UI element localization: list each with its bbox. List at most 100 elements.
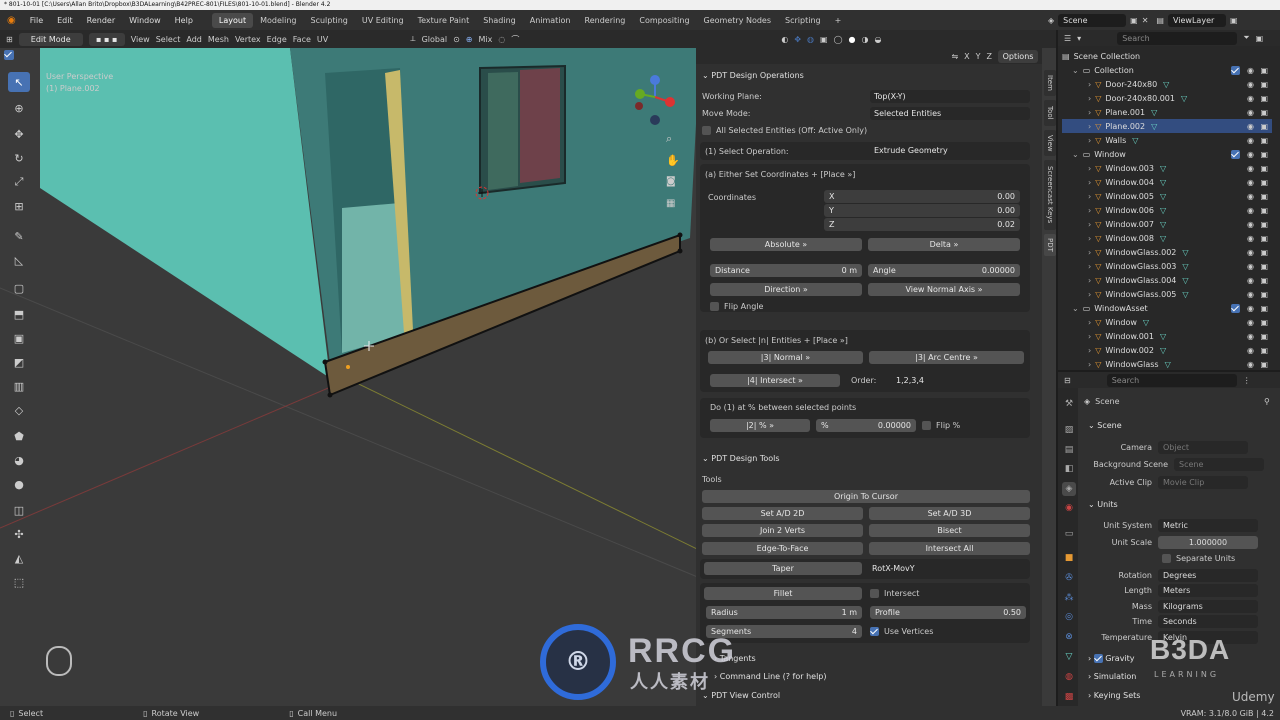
chevron-right-icon[interactable]: ›: [1088, 80, 1091, 89]
tool-tab-icon[interactable]: ⚒: [1062, 397, 1076, 411]
xray-icon[interactable]: ▣: [820, 35, 828, 44]
time-select[interactable]: Seconds: [1158, 614, 1258, 628]
select-tool-icon[interactable]: ↖: [8, 72, 30, 92]
unit-system-select[interactable]: Metric: [1158, 518, 1258, 532]
visibility-icon[interactable]: ◐: [781, 35, 788, 44]
outliner-object-row[interactable]: › ▽ Window.005 ▽ ◉ ▣: [1062, 189, 1272, 203]
world-tab-icon[interactable]: ◉: [1062, 501, 1076, 515]
perspective-grid-icon[interactable]: ▦: [666, 198, 675, 209]
outliner-object-row[interactable]: › ▽ Window.001 ▽ ◉ ▣: [1062, 329, 1272, 343]
menu-window[interactable]: Window: [122, 16, 168, 25]
join-2-verts-button[interactable]: Join 2 Verts: [702, 524, 863, 537]
new-view-layer-icon[interactable]: ▣: [1230, 16, 1238, 25]
view-control-header[interactable]: ⌄ PDT View Control: [702, 691, 780, 700]
render-camera-icon[interactable]: ▣: [1260, 318, 1268, 327]
visibility-eye-icon[interactable]: ◉: [1247, 290, 1254, 299]
shading-rendered-icon[interactable]: ◒: [875, 35, 882, 44]
chevron-right-icon[interactable]: ›: [1088, 234, 1091, 243]
fillet-intersect-row[interactable]: Intersect: [870, 589, 919, 598]
gravity-header[interactable]: › Gravity: [1088, 654, 1135, 663]
outliner-object-row[interactable]: › ▽ Window.008 ▽ ◉ ▣: [1062, 231, 1272, 245]
percent-button[interactable]: |2| % »: [710, 419, 810, 432]
direction-button[interactable]: Direction »: [710, 283, 862, 296]
sidebar-tab-view[interactable]: View: [1044, 130, 1056, 156]
distance-field[interactable]: Distance 0 m: [710, 264, 862, 277]
outliner-object-row[interactable]: › ▽ Window.003 ▽ ◉ ▣: [1062, 161, 1272, 175]
navigation-gizmo[interactable]: [630, 72, 680, 128]
workspace-tab-shading[interactable]: Shading: [476, 13, 523, 28]
header-menu-add[interactable]: Add: [186, 35, 202, 44]
add-workspace-icon[interactable]: +: [828, 13, 849, 28]
chevron-right-icon[interactable]: ›: [1088, 178, 1091, 187]
units-panel-header[interactable]: ⌄ Units: [1088, 500, 1118, 509]
fillet-intersect-checkbox[interactable]: [870, 589, 879, 598]
delta-button[interactable]: Delta »: [868, 238, 1020, 251]
visibility-eye-icon[interactable]: ◉: [1247, 80, 1254, 89]
outliner-object-row[interactable]: › ▽ Plane.001 ▽ ◉ ▣: [1062, 105, 1272, 119]
render-camera-icon[interactable]: ▣: [1260, 346, 1268, 355]
use-vertices-checkbox[interactable]: [870, 627, 879, 636]
render-camera-icon[interactable]: ▣: [1260, 234, 1268, 243]
all-selected-checkbox-row[interactable]: All Selected Entities (Off: Active Only): [702, 126, 867, 135]
normal-button[interactable]: |3| Normal »: [708, 351, 863, 364]
snap-target-select[interactable]: Mix: [479, 35, 493, 44]
pdt-ops-header[interactable]: ⌄ PDT Design Operations: [702, 71, 804, 80]
render-camera-icon[interactable]: ▣: [1260, 164, 1268, 173]
annotate-tool-icon[interactable]: ✎: [8, 226, 30, 246]
chevron-down-icon[interactable]: ⌄: [1072, 66, 1079, 75]
shrink-fatten-tool-icon[interactable]: ✣: [8, 524, 30, 544]
command-line-header[interactable]: › Command Line (? for help): [714, 672, 827, 681]
mode-select[interactable]: Edit Mode: [18, 32, 83, 46]
axis-z-toggle[interactable]: Z: [987, 52, 992, 61]
visibility-eye-icon[interactable]: ◉: [1247, 248, 1254, 257]
view-normal-button[interactable]: View Normal Axis »: [868, 283, 1020, 296]
outliner-object-row[interactable]: › ▽ WindowGlass ▽ ◉ ▣: [1062, 357, 1272, 371]
chevron-right-icon[interactable]: ›: [1088, 164, 1091, 173]
output-tab-icon[interactable]: ▤: [1062, 443, 1076, 457]
measure-tool-icon[interactable]: ◺: [8, 250, 30, 270]
mirror-icon[interactable]: ⇋: [951, 52, 958, 61]
workspace-tab-animation[interactable]: Animation: [523, 13, 578, 28]
render-tab-icon[interactable]: ▨: [1062, 423, 1076, 437]
workspace-tab-sculpting[interactable]: Sculpting: [304, 13, 355, 28]
visibility-eye-icon[interactable]: ◉: [1247, 276, 1254, 285]
zoom-icon[interactable]: ⌕: [666, 132, 672, 146]
header-menu-select[interactable]: Select: [156, 35, 181, 44]
visibility-eye-icon[interactable]: ◉: [1247, 220, 1254, 229]
scene-name-field[interactable]: Scene: [1058, 13, 1127, 27]
outliner-object-row[interactable]: › ▽ Door-240x80.001 ▽ ◉ ▣: [1062, 91, 1272, 105]
cursor-tool-icon[interactable]: ⊕: [8, 98, 30, 118]
chevron-right-icon[interactable]: ›: [1088, 220, 1091, 229]
flip-angle-row[interactable]: Flip Angle: [710, 302, 763, 311]
options-icon[interactable]: ⋮: [1243, 376, 1251, 385]
angle-field[interactable]: Angle 0.00000: [868, 264, 1020, 277]
visibility-eye-icon[interactable]: ◉: [1247, 164, 1254, 173]
select-box-icon[interactable]: [4, 50, 14, 60]
chevron-right-icon[interactable]: ›: [1088, 332, 1091, 341]
outliner-object-row[interactable]: › ▽ Window ▽ ◉ ▣: [1062, 315, 1272, 329]
visibility-eye-icon[interactable]: ◉: [1247, 66, 1254, 75]
visibility-eye-icon[interactable]: ◉: [1247, 234, 1254, 243]
chevron-right-icon[interactable]: ›: [1088, 108, 1091, 117]
outliner-editor-icon[interactable]: ☰: [1064, 34, 1071, 43]
render-camera-icon[interactable]: ▣: [1260, 206, 1268, 215]
render-camera-icon[interactable]: ▣: [1260, 94, 1268, 103]
sidebar-tab-item[interactable]: Item: [1044, 70, 1056, 96]
profile-field[interactable]: Profile 0.50: [870, 606, 1026, 619]
workspace-tab-uv-editing[interactable]: UV Editing: [355, 13, 411, 28]
particles-tab-icon[interactable]: ⁂: [1062, 591, 1076, 605]
workspace-tab-texture-paint[interactable]: Texture Paint: [411, 13, 477, 28]
modifier-tab-icon[interactable]: ✇: [1062, 571, 1076, 585]
flip-percent-row[interactable]: Flip %: [922, 421, 960, 430]
spin-tool-icon[interactable]: ◕: [8, 450, 30, 470]
collection-include-checkbox[interactable]: [1231, 303, 1240, 313]
workspace-tab-modeling[interactable]: Modeling: [253, 13, 303, 28]
sidebar-tab-pdt[interactable]: PDT: [1044, 234, 1056, 256]
render-camera-icon[interactable]: ▣: [1260, 192, 1268, 201]
coord-z-field[interactable]: Z 0.02: [824, 218, 1020, 231]
render-camera-icon[interactable]: ▣: [1260, 136, 1268, 145]
chevron-right-icon[interactable]: ›: [1088, 206, 1091, 215]
render-camera-icon[interactable]: ▣: [1260, 262, 1268, 271]
outliner-object-row[interactable]: › ▽ WindowGlass.002 ▽ ◉ ▣: [1062, 245, 1272, 259]
fillet-button[interactable]: Fillet: [704, 587, 862, 600]
